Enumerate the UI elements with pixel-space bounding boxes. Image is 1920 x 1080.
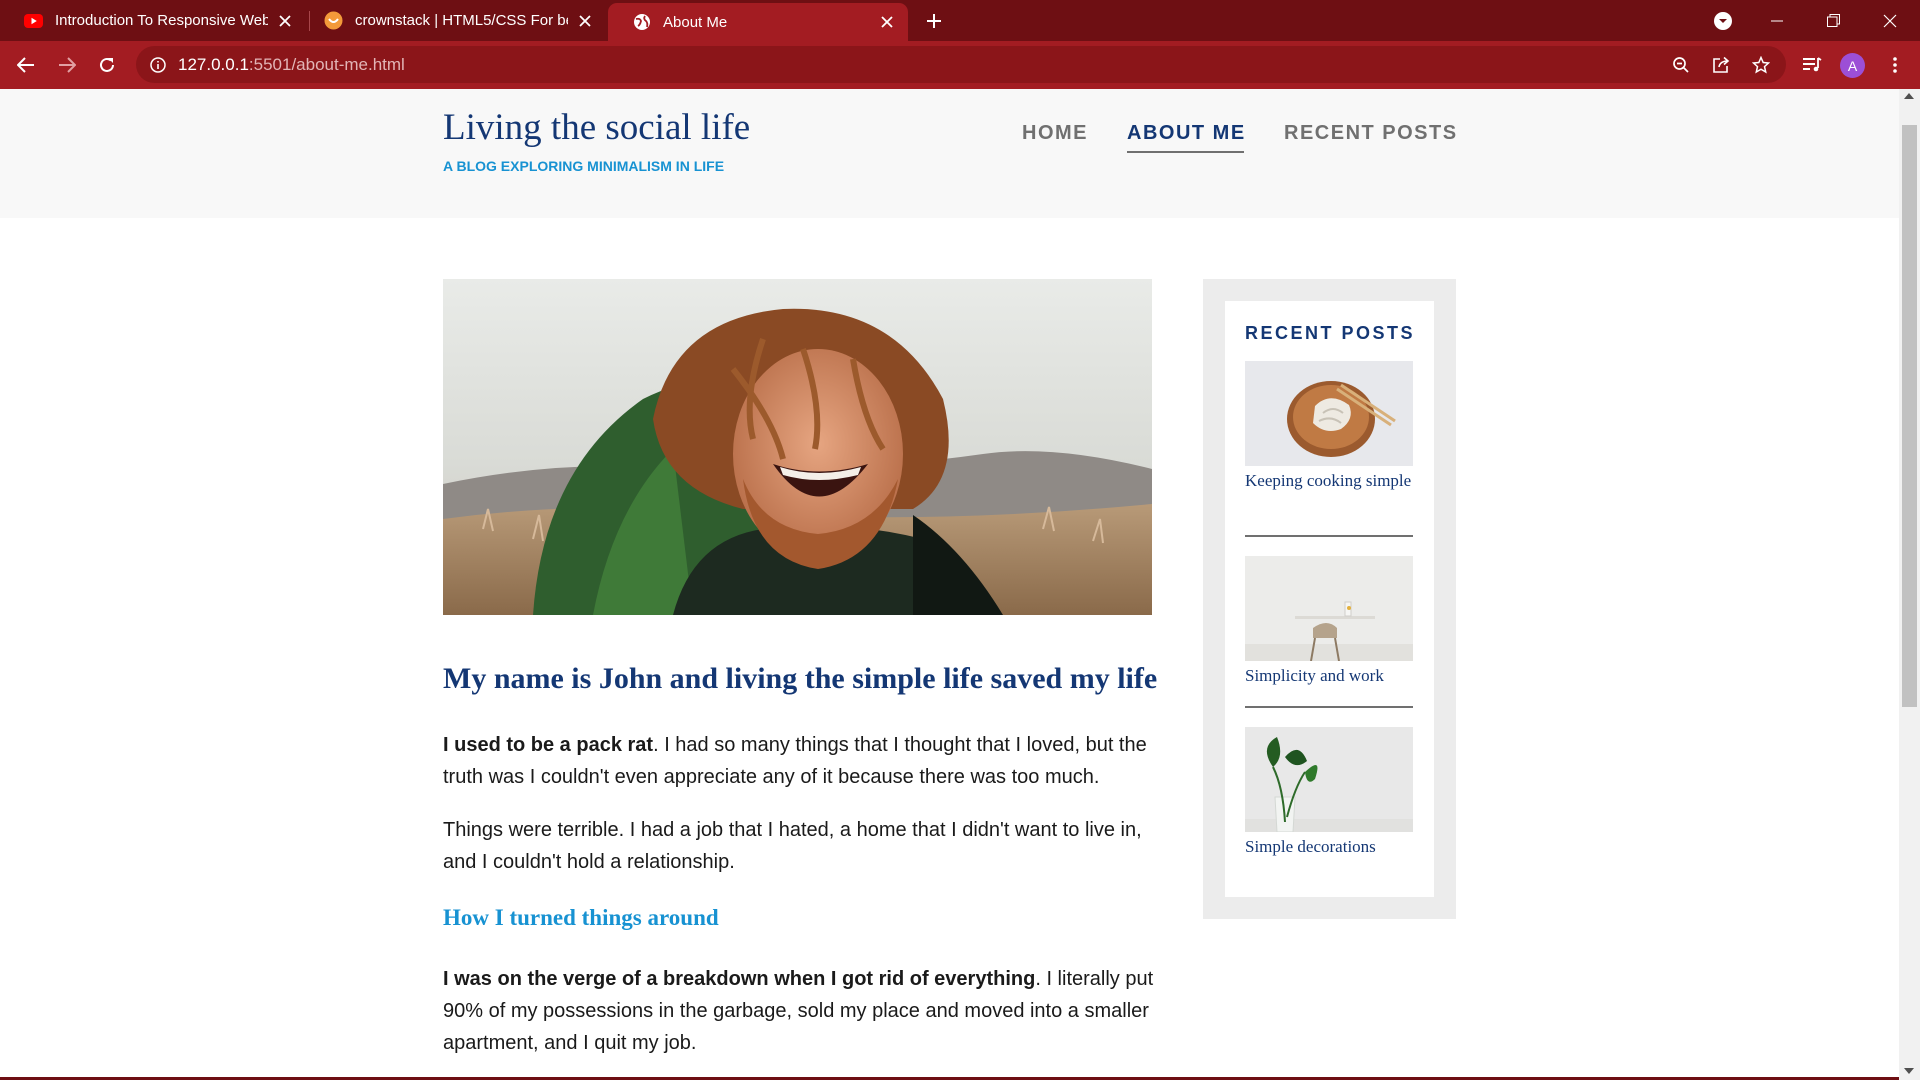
nav-about-me[interactable]: About me	[1127, 122, 1246, 145]
close-icon[interactable]	[274, 10, 296, 32]
sidebar-post-1[interactable]: Keeping cooking simple	[1245, 361, 1413, 493]
scroll-down-arrow-icon[interactable]	[1904, 1068, 1914, 1074]
tab-about-me[interactable]: About Me	[608, 3, 908, 41]
profile-avatar[interactable]: A	[1840, 53, 1865, 78]
reading-list-icon[interactable]	[1797, 50, 1827, 80]
tab-title: About Me	[663, 13, 728, 31]
sidebar-heading: Recent posts	[1245, 323, 1416, 343]
post-thumbnail-desk[interactable]	[1245, 556, 1413, 661]
tab-youtube[interactable]: Introduction To Responsive Web	[0, 0, 306, 41]
globe-icon	[632, 13, 651, 32]
sidebar: Recent posts Keeping cooking simple	[1203, 279, 1456, 919]
tab-title: Introduction To Responsive Web	[55, 12, 268, 29]
sidebar-card: Recent posts Keeping cooking simple	[1225, 301, 1434, 897]
info-icon[interactable]	[146, 53, 170, 77]
nav-home[interactable]: Home	[1022, 122, 1088, 145]
paragraph-1-bold: I used to be a pack rat	[443, 734, 654, 756]
new-tab-button[interactable]	[922, 9, 946, 33]
minimize-button[interactable]	[1754, 0, 1800, 41]
post-divider	[1245, 535, 1413, 537]
forward-button[interactable]	[52, 50, 82, 80]
article-paragraph-2: Things were terrible. I had a job that I…	[443, 819, 1142, 873]
crownstack-icon	[324, 11, 343, 30]
tab-search-button[interactable]	[1700, 0, 1746, 41]
post-thumbnail-dumplings[interactable]	[1245, 361, 1413, 466]
article-paragraph-3: I was on the verge of a breakdown when I…	[443, 963, 1163, 1059]
sidebar-post-3[interactable]: Simple decorations	[1245, 727, 1413, 859]
paragraph-3-bold: I was on the verge of a breakdown when I…	[443, 968, 1036, 990]
article-subheading: How I turned things around	[443, 905, 719, 930]
nav-active-underline	[1127, 151, 1244, 153]
site-header: Living the social life A blog exploring …	[0, 89, 1899, 218]
share-icon[interactable]	[1709, 53, 1733, 77]
post-thumbnail-plant[interactable]	[1245, 727, 1413, 832]
site-subtitle: A blog exploring minimalism in life	[443, 158, 725, 174]
post-title[interactable]: Keeping cooking simple	[1245, 468, 1413, 493]
close-window-button[interactable]	[1867, 0, 1913, 41]
url-host: 127.0.0.1	[178, 55, 249, 74]
hero-image	[443, 279, 1152, 615]
sidebar-post-2[interactable]: Simplicity and work	[1245, 556, 1413, 688]
menu-kebab-icon[interactable]	[1880, 50, 1910, 80]
address-bar[interactable]: 127.0.0.1:5501/about-me.html	[136, 46, 1786, 83]
scroll-up-arrow-icon[interactable]	[1904, 93, 1914, 99]
restore-button[interactable]	[1810, 0, 1856, 41]
url-path: :5501/about-me.html	[248, 55, 405, 74]
scroll-thumb[interactable]	[1902, 125, 1917, 707]
article-paragraph-1: I used to be a pack rat. I had so many t…	[443, 729, 1163, 793]
youtube-icon	[24, 11, 43, 30]
close-icon[interactable]	[574, 10, 596, 32]
close-icon[interactable]	[876, 11, 898, 33]
post-title[interactable]: Simple decorations	[1245, 834, 1413, 859]
tab-crownstack[interactable]: crownstack | HTML5/CSS For beg	[300, 0, 606, 41]
zoom-icon[interactable]	[1669, 53, 1693, 77]
post-title[interactable]: Simplicity and work	[1245, 663, 1413, 688]
back-button[interactable]	[11, 50, 41, 80]
site-title[interactable]: Living the social life	[443, 106, 750, 149]
url-text: 127.0.0.1:5501/about-me.html	[178, 55, 405, 75]
bookmark-star-icon[interactable]	[1749, 53, 1773, 77]
tab-title: crownstack | HTML5/CSS For beg	[355, 12, 568, 29]
page-viewport: Living the social life A blog exploring …	[0, 89, 1899, 1080]
browser-tabstrip: Introduction To Responsive Web crownstac…	[0, 0, 1920, 41]
reload-button[interactable]	[92, 50, 122, 80]
nav-recent-posts[interactable]: Recent posts	[1284, 122, 1458, 145]
article-title: My name is John and living the simple li…	[443, 662, 1158, 695]
browser-toolbar: 127.0.0.1:5501/about-me.html A	[0, 41, 1920, 89]
post-divider	[1245, 706, 1413, 708]
page-scrollbar[interactable]	[1899, 89, 1920, 1080]
